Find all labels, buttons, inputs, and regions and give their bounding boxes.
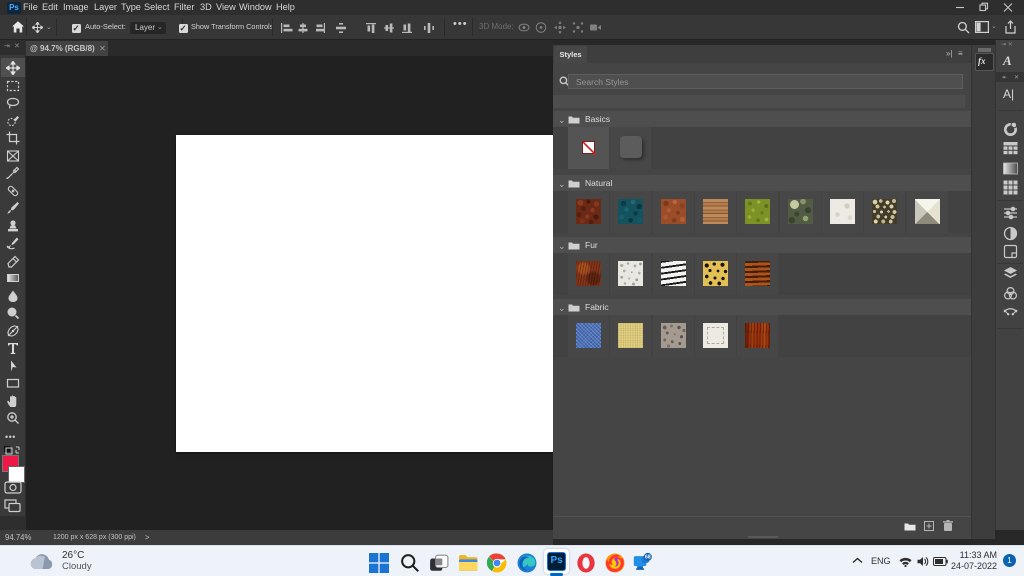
svg-text:68: 68 bbox=[645, 555, 651, 561]
